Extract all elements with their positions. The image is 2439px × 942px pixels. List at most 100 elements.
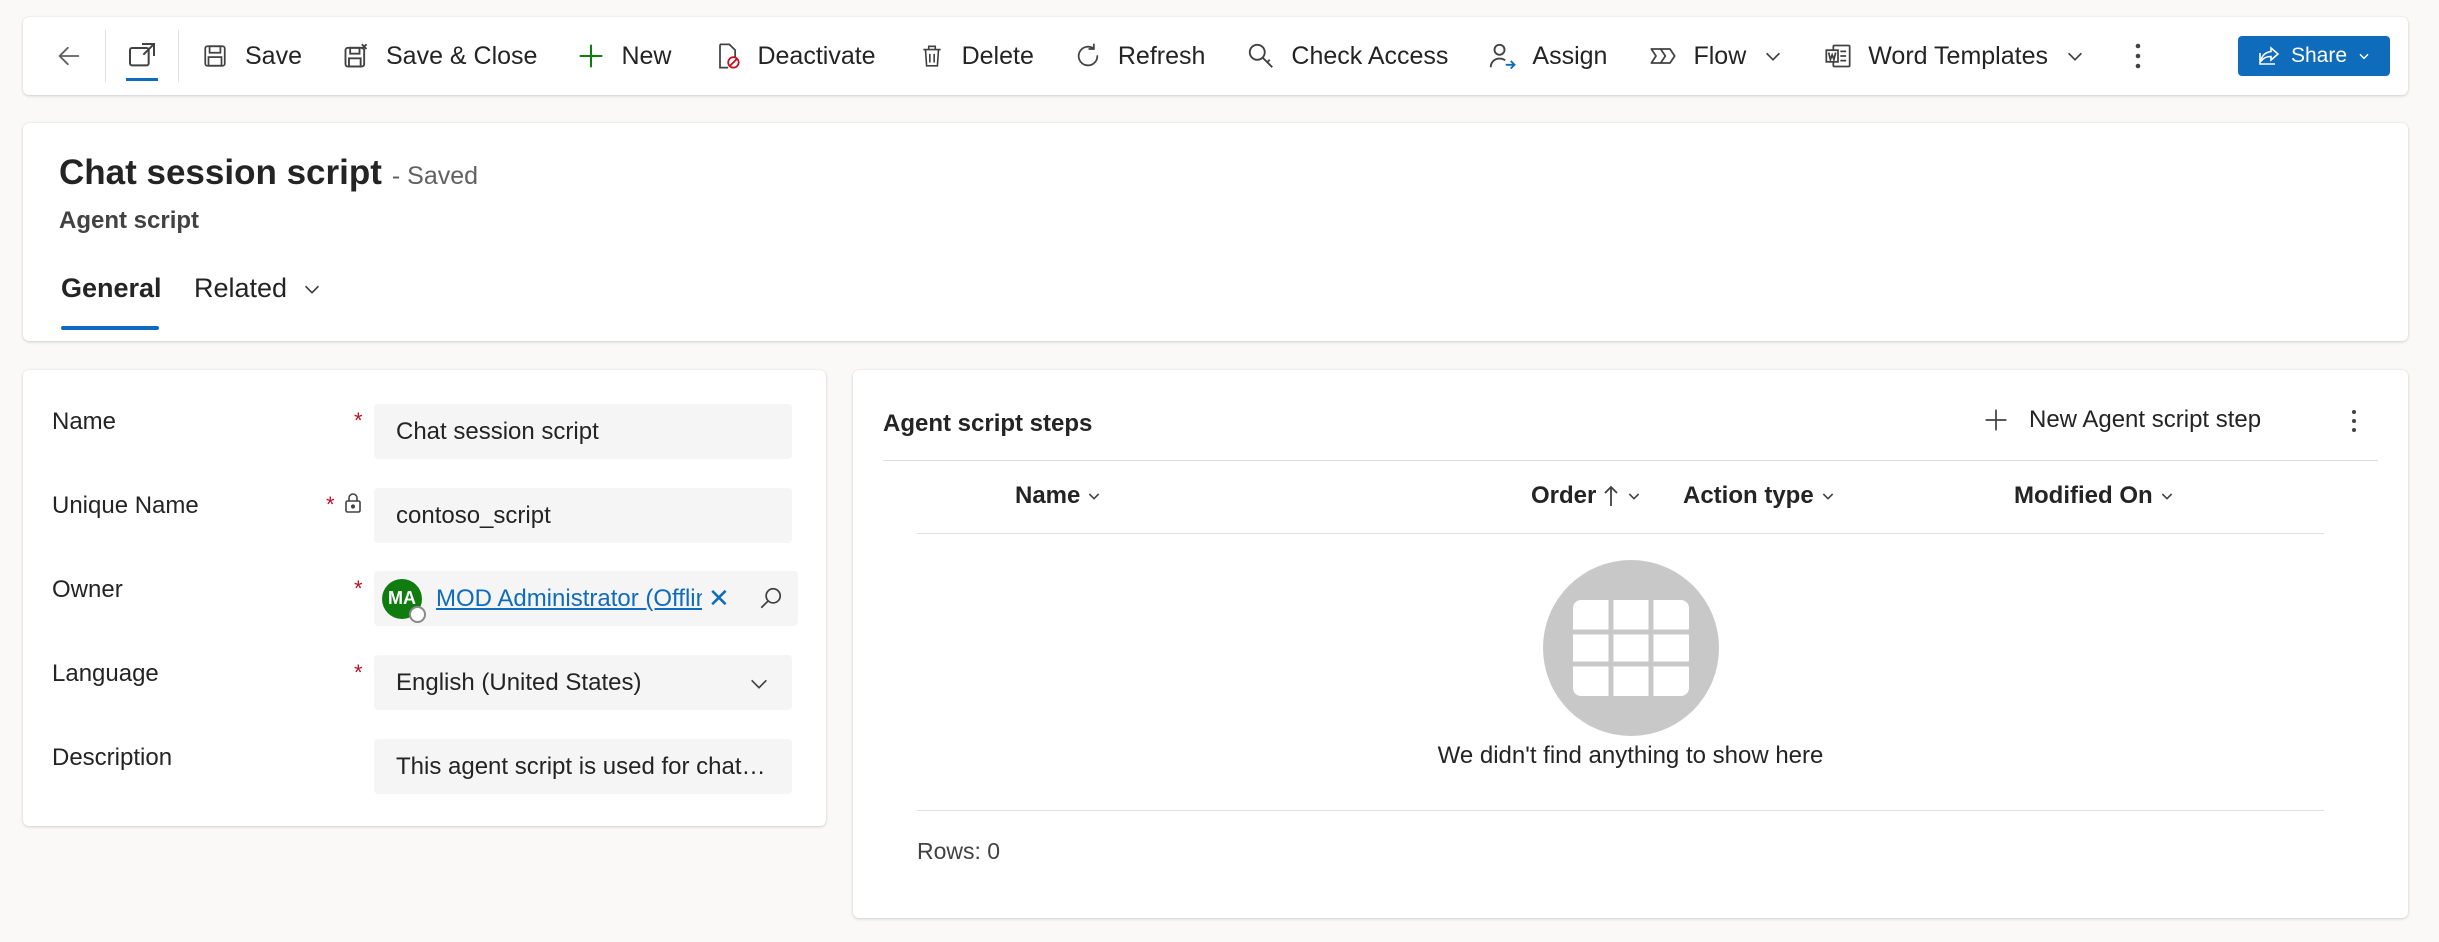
assign-label: Assign [1532,41,1608,70]
key-search-icon [1245,40,1277,72]
assign-button[interactable]: Assign [1448,17,1607,95]
refresh-label: Refresh [1117,41,1206,70]
page-title: Chat session script [59,153,382,192]
divider [883,460,2378,461]
more-commands-button[interactable] [2086,17,2142,95]
avatar: MA [382,578,426,623]
refresh-button[interactable]: Refresh [1034,17,1206,95]
remove-owner-icon[interactable]: ✕ [708,583,730,614]
subgrid-title: Agent script steps [883,410,1093,437]
chevron-down-icon [748,673,770,702]
chevron-down-icon [2161,493,2172,500]
column-header-modified-on[interactable]: Modified On [2014,482,2175,510]
description-field[interactable]: This agent script is used for chat sessi… [374,739,792,794]
command-bar: Save Save & Close New Deactivate Delete … [23,17,2408,95]
chevron-down-icon [1089,493,1100,500]
chevron-down-icon [2359,53,2369,60]
active-tab-indicator [61,326,159,330]
description-label: Description [52,744,173,771]
new-agent-script-step-button[interactable]: New Agent script step [1983,406,2261,434]
refresh-icon [1072,40,1104,72]
name-value: Chat session script [396,417,599,445]
save-status: - Saved [391,162,479,190]
delete-label: Delete [961,41,1034,70]
plus-icon [1985,409,2007,431]
avatar-initials: MA [388,588,416,608]
chevron-down-icon [305,285,320,294]
language-label: Language [52,660,159,687]
search-icon[interactable] [758,585,784,618]
trash-icon [916,40,948,72]
tab-general[interactable]: General [61,273,162,304]
chevron-down-icon [2067,52,2082,61]
save-and-close-button[interactable]: Save & Close [302,17,537,95]
column-header-action-type[interactable]: Action type [1683,482,1836,510]
owner-link[interactable]: MOD Administrator (Offline) [436,585,702,613]
save-label: Save [245,41,302,70]
language-value: English (United States) [396,668,642,696]
unique-name-field[interactable]: contoso_script [374,488,792,543]
agent-script-steps-subgrid: Agent script steps New Agent script step… [853,370,2408,918]
save-button[interactable]: Save [179,17,302,95]
description-value: This agent script is used for chat sessi… [396,752,792,780]
new-button[interactable]: New [537,17,671,95]
required-mark: * [354,660,363,685]
owner-lookup[interactable]: MA MOD Administrator (Offline) ✕ [374,571,798,626]
delete-button[interactable]: Delete [876,17,1034,95]
tab-related[interactable]: Related [194,273,323,304]
divider [917,533,2324,534]
required-mark: * [326,492,335,517]
row-count: Rows: 0 [917,838,1001,864]
chevron-down-icon [1629,493,1640,500]
name-field[interactable]: Chat session script [374,404,792,459]
empty-state-message: We didn't find anything to show here [1437,742,1824,769]
open-new-window-icon [129,43,155,67]
owner-label: Owner [52,576,123,603]
deactivate-button[interactable]: Deactivate [671,17,876,95]
record-header: Chat session script - Saved Agent script… [23,123,2408,341]
language-select[interactable]: English (United States) [374,655,792,710]
required-mark: * [354,408,363,433]
more-vertical-icon [2352,410,2356,432]
name-label: Name [52,408,117,435]
presence-offline-icon [409,605,426,623]
sort-ascending-icon [1604,485,1618,506]
lock-icon [343,492,363,519]
check-access-label: Check Access [1291,41,1449,70]
column-header-name[interactable]: Name [1015,482,1102,510]
entity-name: Agent script [59,207,200,234]
deactivate-label: Deactivate [757,41,876,70]
tab-general-label: General [61,273,162,303]
plus-icon [575,40,607,72]
column-order-label: Order [1531,482,1597,509]
unique-name-value: contoso_script [396,501,551,529]
flow-label: Flow [1693,41,1747,70]
flow-icon [1647,40,1679,72]
back-button[interactable] [23,17,105,95]
new-step-label: New Agent script step [2029,406,2262,433]
flow-button[interactable]: Flow [1607,17,1784,95]
share-icon [2259,46,2280,65]
column-header-order[interactable]: Order [1531,482,1642,510]
assign-person-icon [1486,40,1518,72]
required-mark: * [354,576,363,601]
column-name-label: Name [1015,482,1081,509]
save-close-label: Save & Close [385,41,538,70]
subgrid-more-button[interactable] [2350,408,2358,439]
divider [917,810,2324,811]
open-in-new-window-button[interactable] [106,17,178,95]
tab-related-label: Related [194,273,288,303]
deactivate-icon [711,40,743,72]
chevron-down-icon [1822,493,1833,500]
column-action-type-label: Action type [1683,482,1814,509]
check-access-button[interactable]: Check Access [1205,17,1448,95]
empty-grid-icon [1543,560,1719,736]
share-button[interactable]: Share [2238,36,2390,76]
word-templates-button[interactable]: Word Templates [1784,17,2086,95]
column-modified-on-label: Modified On [2014,482,2153,509]
word-templates-label: Word Templates [1868,41,2048,70]
share-label: Share [2290,44,2348,67]
title-row: Chat session script - Saved [59,153,478,193]
more-vertical-icon [2135,43,2141,69]
unique-name-label: Unique Name [52,492,199,519]
